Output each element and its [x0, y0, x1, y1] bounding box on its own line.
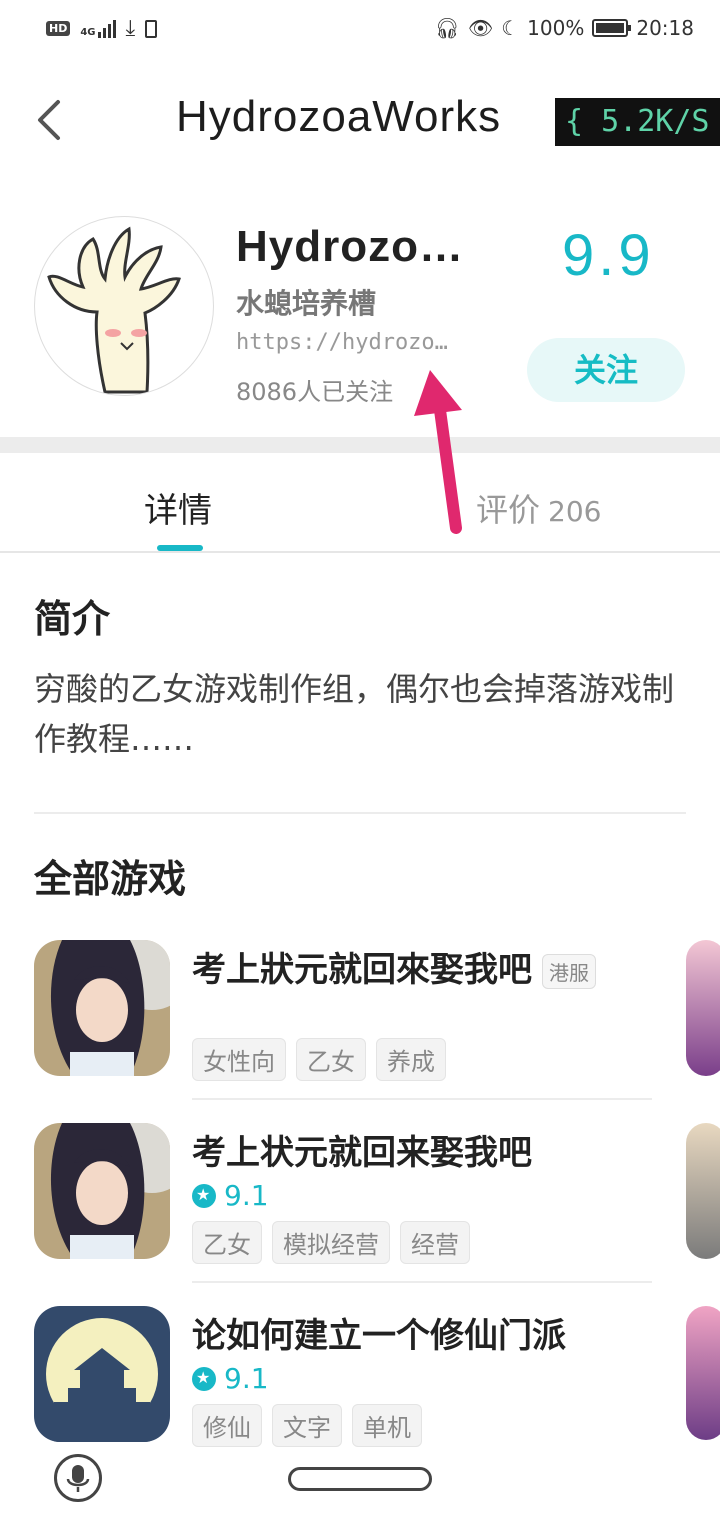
app-header: HydrozoaWorks { 5.2K/S [0, 80, 720, 160]
tag[interactable]: 单机 [352, 1404, 422, 1447]
games-title: 全部游戏 [34, 857, 187, 901]
game-list-item[interactable]: 考上狀元就回來娶我吧 港服 女性向 乙女 养成 [34, 940, 654, 1081]
tag[interactable]: 修仙 [192, 1404, 262, 1447]
developer-subtitle: 水螅培养槽 [236, 287, 377, 320]
developer-score: 9.9 [562, 223, 655, 288]
tag-list: 乙女 模拟经营 经营 [192, 1221, 470, 1264]
developer-url[interactable]: https://hydrozo… [236, 330, 448, 355]
tag[interactable]: 模拟经营 [272, 1221, 390, 1264]
next-game-peek [686, 1123, 720, 1259]
game-title: 考上狀元就回來娶我吧 港服 [192, 942, 596, 991]
battery-icon [592, 19, 632, 37]
tag[interactable]: 经营 [400, 1221, 470, 1264]
hydrozoa-mascot-icon [47, 226, 181, 394]
tab-review[interactable]: 评价 206 [476, 485, 601, 531]
region-badge: 港服 [542, 954, 596, 989]
clock: 20:18 [636, 16, 694, 40]
rating-value: 9.1 [224, 1179, 269, 1212]
page-title: HydrozoaWorks [176, 92, 502, 141]
game-title: 考上状元就回来娶我吧 [192, 1133, 532, 1173]
rating-value: 9.1 [224, 1362, 269, 1395]
eye-icon: 👁︎ [467, 16, 494, 40]
active-tab-indicator [157, 545, 203, 551]
download-icon: ⤓ [125, 16, 136, 41]
microphone-icon[interactable] [54, 1454, 102, 1502]
back-arrow-icon[interactable] [34, 98, 64, 142]
follow-button[interactable]: 关注 [527, 338, 685, 402]
tab-detail[interactable]: 详情 [144, 483, 212, 532]
tag[interactable]: 养成 [376, 1038, 446, 1081]
review-count: 206 [548, 495, 602, 528]
tag-list: 修仙 文字 单机 [192, 1404, 422, 1447]
game-list-item[interactable]: 论如何建立一个修仙门派 9.1 修仙 文字 单机 [34, 1306, 654, 1447]
moon-icon: ☾ [501, 16, 520, 40]
tag[interactable]: 乙女 [192, 1221, 262, 1264]
tag[interactable]: 文字 [272, 1404, 342, 1447]
next-game-peek [686, 940, 720, 1076]
game-icon [34, 1123, 170, 1259]
row-divider [192, 1281, 652, 1283]
tab-bar: 详情 评价 206 [0, 453, 720, 553]
game-icon [34, 1306, 170, 1442]
star-icon [192, 1183, 216, 1208]
tab-review-label: 评价 [476, 491, 541, 529]
intro-divider [34, 812, 686, 814]
tag[interactable]: 女性向 [192, 1038, 286, 1081]
status-bar: HD 4G ⤓ 🎧︎ 👁︎ ☾ 100% 20:18 [0, 0, 720, 60]
section-divider [0, 437, 720, 453]
network-type-label: 4G [80, 26, 96, 38]
star-icon [192, 1366, 216, 1391]
headphones-icon: 🎧︎ [434, 16, 460, 40]
cell-signal-icon: 4G [80, 19, 116, 38]
game-icon [34, 940, 170, 1076]
battery-percent: 100% [527, 16, 585, 40]
tag-list: 女性向 乙女 养成 [192, 1038, 446, 1081]
next-game-peek [686, 1306, 720, 1440]
developer-name: Hydrozo… [236, 222, 464, 271]
game-rating: 9.1 [192, 1179, 269, 1212]
home-gesture-bar[interactable] [288, 1467, 432, 1491]
game-rating: 9.1 [192, 1362, 269, 1395]
network-speed-overlay: { 5.2K/S [555, 98, 720, 146]
game-list-item[interactable]: 考上状元就回来娶我吧 9.1 乙女 模拟经营 经营 [34, 1123, 654, 1264]
game-title: 论如何建立一个修仙门派 [192, 1316, 566, 1356]
developer-avatar[interactable] [34, 216, 214, 396]
follower-count: 8086人已关注 [236, 378, 394, 406]
game-name: 考上狀元就回來娶我吧 [192, 950, 532, 990]
hd-icon: HD [46, 21, 71, 36]
tag[interactable]: 乙女 [296, 1038, 366, 1081]
annotation-arrow-icon [414, 370, 462, 534]
row-divider [192, 1098, 652, 1100]
battery-saver-icon [145, 19, 158, 38]
intro-title: 简介 [34, 597, 111, 641]
intro-text: 穷酸的乙女游戏制作组，偶尔也会掉落游戏制作教程…… [34, 670, 675, 758]
